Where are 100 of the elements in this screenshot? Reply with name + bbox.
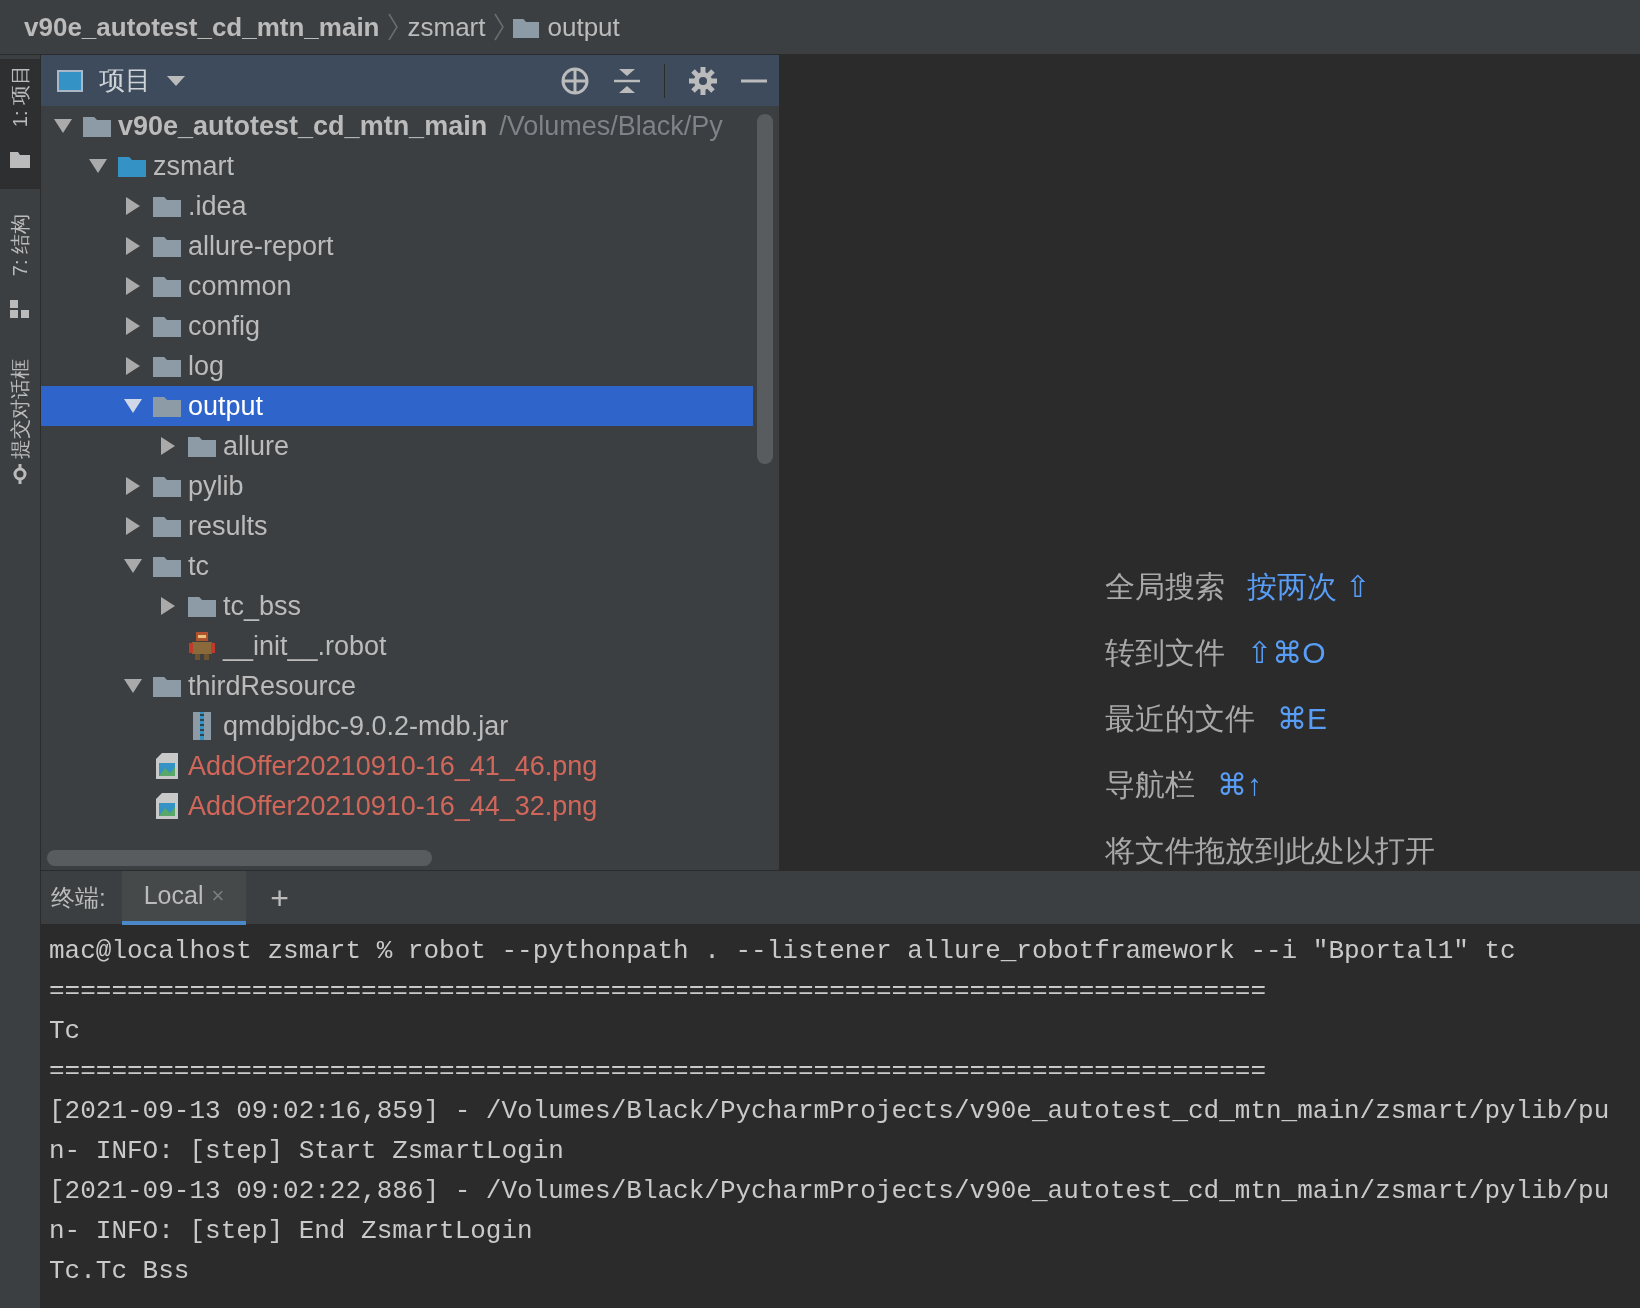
add-tab-button[interactable]: + — [262, 881, 297, 914]
file-name: log — [188, 349, 225, 383]
folder-icon — [188, 595, 216, 617]
settings-icon[interactable] — [689, 66, 717, 95]
collapsed-arrow-icon[interactable] — [160, 437, 175, 455]
tool-window-tab[interactable]: 提交对话框 — [0, 359, 40, 519]
panel-title[interactable]: 项目 — [99, 61, 151, 100]
file-name: tc — [188, 549, 209, 583]
folder-icon — [153, 195, 181, 217]
file-name: thirdResource — [188, 669, 357, 703]
caret-icon[interactable] — [167, 75, 185, 86]
tree-item[interactable]: output — [41, 386, 753, 426]
folder-icon — [10, 150, 30, 168]
tree-item[interactable]: results — [41, 506, 753, 546]
folder-icon — [153, 555, 181, 577]
terminal-tab[interactable]: Local × — [121, 870, 247, 925]
expanded-arrow-icon[interactable] — [53, 119, 72, 133]
file-name: config — [188, 309, 261, 343]
folder-icon — [153, 675, 181, 697]
collapse-icon[interactable] — [614, 66, 640, 95]
file-name: zsmart — [153, 149, 234, 183]
scrollbar[interactable] — [47, 850, 432, 866]
chevron-icon — [493, 12, 506, 42]
folder-icon — [83, 115, 111, 137]
collapsed-arrow-icon[interactable] — [125, 477, 140, 495]
tree-item[interactable]: qmdbjdbc-9.0.2-mdb.jar — [41, 706, 753, 746]
tree-item[interactable]: thirdResource — [41, 666, 753, 706]
folder-icon — [188, 435, 216, 457]
expanded-arrow-icon[interactable] — [123, 399, 142, 413]
collapsed-arrow-icon[interactable] — [160, 597, 175, 615]
file-name: results — [188, 509, 268, 543]
folder-icon — [118, 155, 146, 177]
tree-item[interactable]: AddOffer20210910-16_41_46.png — [41, 746, 753, 786]
tree-item[interactable]: common — [41, 266, 753, 306]
tree-item[interactable]: v90e_autotest_cd_mtn_main /Volumes/Black/Py — [41, 106, 753, 146]
collapsed-arrow-icon[interactable] — [125, 357, 140, 375]
tree-item[interactable]: .idea — [41, 186, 753, 226]
terminal-line: [2021-09-13 09:02:22,886] - /Volumes/Black/PycharmProjects/v90e_autotest_cd_mtn_main/zsmart/pylib/pu — [49, 1175, 1610, 1208]
tool-window-tab[interactable]: 7: 结构 — [0, 209, 40, 339]
tree-item[interactable]: tc — [41, 546, 753, 586]
crosshair-icon[interactable] — [560, 65, 590, 96]
terminal-line: ============================================================================== — [49, 1055, 1266, 1088]
structure-icon — [10, 300, 30, 318]
collapsed-arrow-icon[interactable] — [125, 517, 140, 535]
breadcrumb-item[interactable]: output — [547, 7, 620, 47]
zip-file-icon — [193, 712, 211, 740]
tree-item[interactable]: pylib — [41, 466, 753, 506]
folder-icon — [153, 515, 181, 537]
tree-item[interactable]: AddOffer20210910-16_44_32.png — [41, 786, 753, 826]
folder-icon — [153, 355, 181, 377]
window-icon — [57, 69, 83, 92]
file-name: tc_bss — [223, 589, 302, 623]
file-name: allure-report — [188, 229, 334, 263]
expanded-arrow-icon[interactable] — [123, 559, 142, 573]
tool-window-tab[interactable]: 1: 项目 — [0, 59, 40, 189]
tree-item[interactable]: config — [41, 306, 753, 346]
file-name: .idea — [188, 189, 247, 223]
scrollbar[interactable] — [757, 114, 773, 464]
tree-item[interactable]: allure-report — [41, 226, 753, 266]
file-name: common — [188, 269, 292, 303]
file-name: AddOffer20210910-16_41_46.png — [188, 749, 598, 783]
hint-label: 将文件拖放到此处以打开 — [1105, 832, 1435, 869]
hint-label: 转到文件 — [1105, 634, 1225, 671]
breadcrumb-item[interactable]: v90e_autotest_cd_mtn_main — [24, 7, 380, 47]
hint-label: 全局搜索 — [1105, 568, 1225, 605]
shortcut-text: 按两次 ⇧ — [1247, 568, 1371, 605]
shortcut-text: ⇧⌘O — [1247, 634, 1326, 671]
file-name: output — [188, 389, 264, 423]
file-name: pylib — [188, 469, 244, 503]
collapsed-arrow-icon[interactable] — [125, 197, 140, 215]
expanded-arrow-icon[interactable] — [123, 679, 142, 693]
hint-label: 最近的文件 — [1105, 700, 1255, 737]
folder-icon — [153, 395, 181, 417]
terminal-line: n- INFO: [step] End ZsmartLogin — [49, 1215, 533, 1248]
shortcut-text: ⌘E — [1277, 700, 1327, 737]
terminal-line: Tc.Tc Bss — [49, 1255, 190, 1288]
expanded-arrow-icon[interactable] — [88, 159, 107, 173]
tree-item[interactable]: __init__.robot — [41, 626, 753, 666]
file-name: __init__.robot — [223, 629, 387, 663]
minimize-icon[interactable] — [741, 78, 767, 83]
tree-item[interactable]: log — [41, 346, 753, 386]
tree-item[interactable]: allure — [41, 426, 753, 466]
image-file-icon — [156, 753, 178, 779]
terminal-line: mac@localhost zsmart % robot --pythonpath . --listener allure_robotframework --i "Bportal1" tc — [49, 935, 1516, 968]
collapsed-arrow-icon[interactable] — [125, 237, 140, 255]
breadcrumb-item[interactable]: zsmart — [407, 7, 486, 47]
terminal-line: Tc — [49, 1015, 81, 1048]
file-name: qmdbjdbc-9.0.2-mdb.jar — [223, 709, 509, 743]
file-name: v90e_autotest_cd_mtn_main — [118, 109, 488, 143]
collapsed-arrow-icon[interactable] — [125, 317, 140, 335]
collapsed-arrow-icon[interactable] — [125, 277, 140, 295]
folder-icon — [513, 16, 540, 38]
folder-icon — [153, 275, 181, 297]
folder-icon — [153, 315, 181, 337]
shortcut-text: ⌘↑ — [1217, 766, 1262, 803]
file-name: allure — [223, 429, 290, 463]
tree-item[interactable]: tc_bss — [41, 586, 753, 626]
tree-item[interactable]: zsmart — [41, 146, 753, 186]
terminal-line: n- INFO: [step] Start ZsmartLogin — [49, 1135, 564, 1168]
robot-icon — [189, 632, 215, 660]
